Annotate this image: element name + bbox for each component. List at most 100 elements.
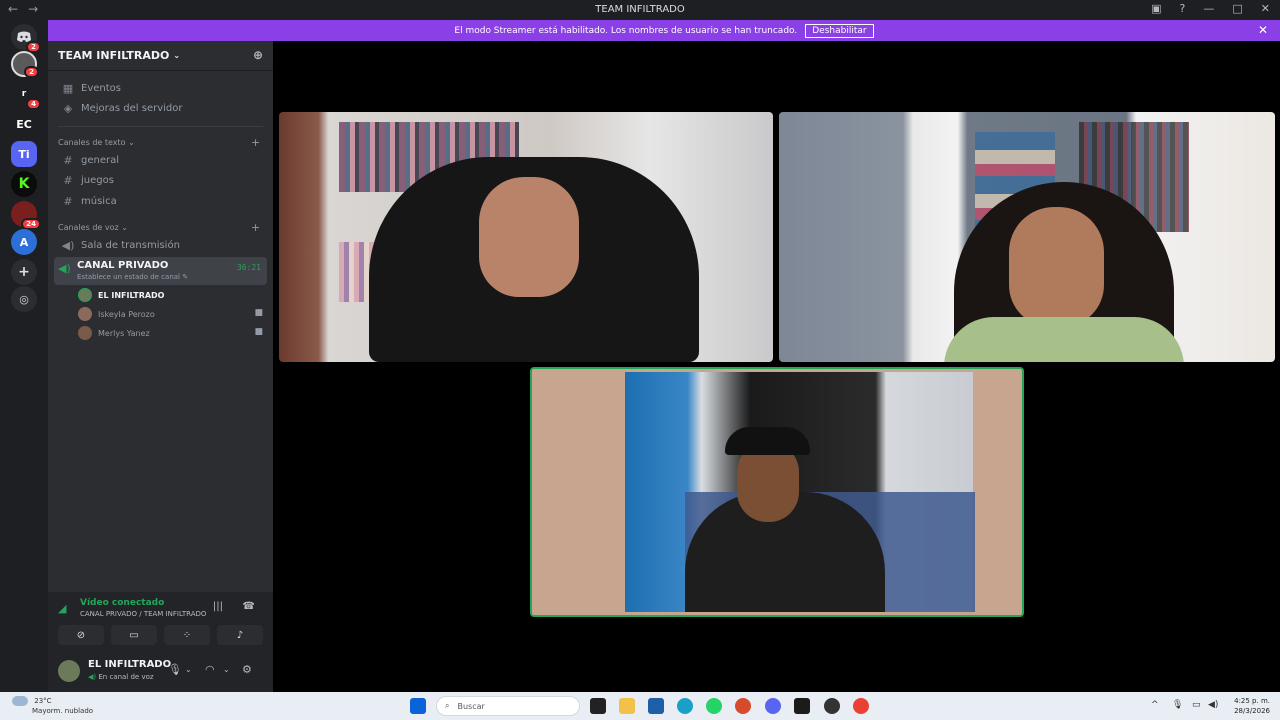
server-avatar-4[interactable]: 24: [11, 201, 41, 230]
channel-label: CANAL PRIVADO: [77, 260, 169, 271]
whatsapp-icon[interactable]: [706, 698, 722, 714]
speaker-icon: ◀): [61, 238, 75, 252]
disable-streamer-button[interactable]: Deshabilitar: [805, 23, 874, 38]
store-icon[interactable]: [648, 698, 664, 714]
camera-icon: ■: [254, 327, 263, 337]
browser-icon[interactable]: [735, 698, 751, 714]
server-avatar-3[interactable]: EC: [11, 111, 37, 137]
video-tile-iskeyla[interactable]: [279, 112, 773, 362]
video-tile-merlys[interactable]: [779, 112, 1275, 362]
discord-taskbar-icon[interactable]: [765, 698, 781, 714]
camera-off-icon: ⊘: [76, 629, 86, 641]
taskbar-search[interactable]: ⌕ Buscar: [436, 696, 580, 716]
microphone-icon[interactable]: 🎙: [168, 663, 182, 676]
speaker-icon: ◀): [58, 262, 71, 275]
channel-label: general: [81, 154, 120, 166]
edge-icon[interactable]: [677, 698, 693, 714]
events-label: Eventos: [81, 82, 121, 94]
channel-juegos[interactable]: # juegos: [56, 170, 266, 190]
camera-icon: ■: [254, 308, 263, 318]
person-face-image: [479, 177, 579, 297]
discover-icon[interactable]: ◎: [11, 286, 37, 312]
weather-description: Mayorm. nublado: [32, 707, 94, 715]
disconnect-icon[interactable]: ☎: [243, 601, 255, 612]
server-avatar-kick[interactable]: K: [11, 171, 37, 197]
channel-status[interactable]: Establece un estado de canal ✎: [77, 273, 188, 281]
channel-general[interactable]: # general: [56, 150, 266, 170]
streamer-mode-banner: El modo Streamer está habilitado. Los no…: [48, 20, 1280, 41]
server-header[interactable]: TEAM INFILTRADO ⌄ ⊕: [48, 41, 273, 71]
text-category[interactable]: Canales de texto ⌄ +: [58, 136, 260, 149]
user-name[interactable]: EL INFILTRADO: [88, 659, 171, 670]
avatar: [78, 326, 92, 340]
weather-widget[interactable]: 23°C Mayorm. nublado: [12, 696, 93, 716]
chevron-up-icon[interactable]: ^: [1151, 700, 1159, 710]
camera-off-button[interactable]: ⊘: [58, 625, 104, 645]
noise-suppression-icon[interactable]: |||: [213, 601, 223, 612]
chevron-down-icon[interactable]: ⌄: [185, 665, 192, 674]
add-voice-channel-icon[interactable]: +: [251, 221, 260, 234]
server-name: TEAM INFILTRADO: [58, 49, 170, 62]
channel-stage[interactable]: ◀) Sala de transmisión: [56, 235, 266, 255]
connection-channel[interactable]: CANAL PRIVADO / TEAM INFILTRADO: [80, 610, 206, 618]
discord-home-icon[interactable]: 2: [11, 24, 41, 53]
task-view-icon[interactable]: [590, 698, 606, 714]
avatar[interactable]: [58, 660, 80, 682]
server-avatar-1[interactable]: 2: [11, 51, 39, 78]
clock-time: 4:25 p. m.: [1234, 697, 1270, 705]
hash-icon: #: [63, 194, 73, 208]
add-text-channel-icon[interactable]: +: [251, 136, 260, 149]
inbox-icon[interactable]: ▣: [1151, 2, 1161, 15]
soundboard-button[interactable]: ♪: [217, 625, 263, 645]
chrome-icon[interactable]: [853, 698, 869, 714]
server-initial: EC: [16, 117, 32, 131]
headphones-icon[interactable]: ◠: [205, 663, 215, 676]
speaker-icon: ◀): [88, 673, 97, 681]
minimize-button[interactable]: —: [1203, 2, 1214, 15]
close-window-button[interactable]: ✕: [1261, 2, 1270, 15]
soundboard-icon: ♪: [236, 629, 244, 641]
voice-user[interactable]: Iskeyla Perozo ■: [78, 305, 263, 323]
add-server-icon[interactable]: +: [11, 259, 37, 285]
obs-icon[interactable]: [824, 698, 840, 714]
server-avatar-5[interactable]: A: [11, 229, 37, 255]
voice-user[interactable]: Merlys Yanez ■: [78, 324, 263, 342]
window-title: TEAM INFILTRADO: [595, 4, 685, 15]
maximize-button[interactable]: □: [1232, 2, 1242, 15]
server-avatar-2[interactable]: r 4: [11, 81, 41, 110]
banner-message: El modo Streamer está habilitado. Los no…: [454, 25, 798, 36]
category-label: Canales de texto: [58, 138, 126, 147]
channel-label: música: [81, 195, 117, 207]
close-banner-icon[interactable]: ✕: [1258, 23, 1268, 37]
gear-icon[interactable]: ⚙: [242, 663, 252, 676]
help-icon[interactable]: ?: [1180, 2, 1186, 15]
video-stage: [273, 41, 1280, 692]
screen-share-button[interactable]: ▭: [111, 625, 157, 645]
hash-icon: #: [63, 173, 73, 187]
activities-button[interactable]: ⁘: [164, 625, 210, 645]
connection-status[interactable]: Vídeo conectado: [80, 598, 164, 608]
avatar: [78, 288, 92, 302]
microphone-icon[interactable]: 🎙: [1172, 700, 1183, 710]
chevron-down-icon[interactable]: ⌄: [223, 665, 230, 674]
voice-category[interactable]: Canales de voz ⌄ +: [58, 221, 260, 234]
voice-channel-active[interactable]: ◀) CANAL PRIVADO Establece un estado de …: [54, 257, 267, 285]
invite-people-icon[interactable]: ⊕: [253, 48, 263, 62]
channel-musica[interactable]: # música: [56, 191, 266, 211]
weather-temp: 23°C: [34, 697, 52, 705]
voice-user[interactable]: EL INFILTRADO: [78, 286, 263, 304]
mention-badge: 4: [26, 98, 41, 110]
volume-icon[interactable]: ◀): [1208, 700, 1218, 710]
network-icon[interactable]: ▭: [1192, 700, 1201, 710]
system-clock[interactable]: 4:25 p. m. 28/3/2026: [1234, 696, 1270, 716]
windows-start-icon[interactable]: [410, 698, 426, 714]
video-tile-el-infiltrado[interactable]: [530, 367, 1024, 617]
person-cap-image: [725, 427, 810, 455]
server-boosts-item[interactable]: ◈ Mejoras del servidor: [56, 98, 266, 118]
server-avatar-team[interactable]: Ti: [11, 141, 37, 167]
signal-icon[interactable]: ◢: [58, 602, 66, 615]
app-icon[interactable]: [794, 698, 810, 714]
file-explorer-icon[interactable]: [619, 698, 635, 714]
server-initial: K: [18, 176, 30, 192]
events-item[interactable]: ▦ Eventos: [56, 78, 266, 98]
